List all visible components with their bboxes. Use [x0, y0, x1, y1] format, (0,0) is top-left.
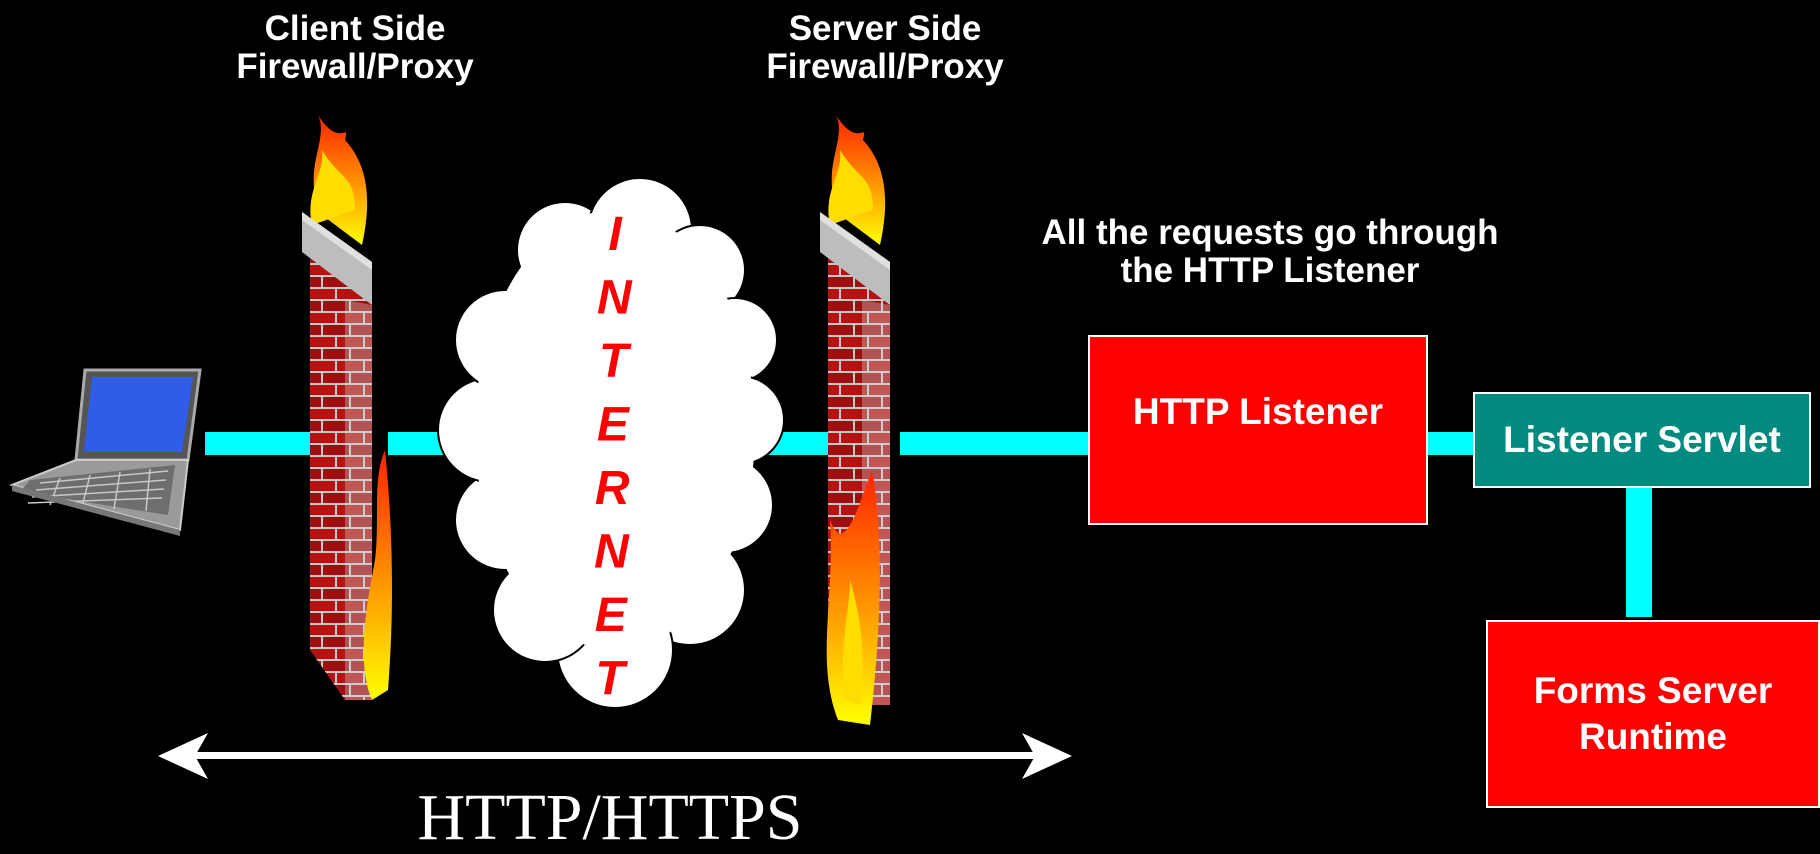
cloud-letter: T — [599, 335, 632, 388]
connector-firewall-cloud — [388, 432, 458, 455]
firewall-icon — [302, 115, 392, 700]
server-firewall-label: Server Side Firewall/Proxy — [766, 9, 1004, 86]
client-firewall-label: Client Side Firewall/Proxy — [236, 9, 474, 86]
protocol-arrow — [158, 733, 1072, 779]
cloud-icon — [437, 177, 785, 709]
laptop-icon — [8, 368, 202, 536]
listener-servlet-box: Listener Servlet — [1473, 392, 1811, 488]
connector-cloud-firewall — [760, 432, 858, 455]
cloud-letter: I — [608, 208, 623, 261]
firewall-icon — [820, 115, 890, 725]
forms-runtime-box: Forms Server Runtime — [1486, 620, 1820, 808]
cloud-letter: E — [597, 399, 631, 452]
cloud-letter: R — [595, 462, 630, 515]
cloud-letters: INTERNET — [594, 208, 633, 706]
connector-laptop-firewall — [205, 432, 327, 455]
connector-firewall-listener — [900, 432, 1090, 455]
protocol-label: HTTP/HTTPS — [417, 781, 803, 854]
http-listener-box: HTTP Listener — [1088, 335, 1428, 525]
connector-listener-servlet — [1426, 432, 1476, 455]
cloud-letter: N — [597, 272, 633, 325]
cloud-letter: E — [595, 589, 629, 642]
cloud-letter: N — [594, 526, 630, 579]
connector-servlet-runtime — [1626, 487, 1652, 617]
listener-note: All the requests go through the HTTP Lis… — [1041, 213, 1499, 290]
cloud-letter: T — [595, 653, 628, 706]
